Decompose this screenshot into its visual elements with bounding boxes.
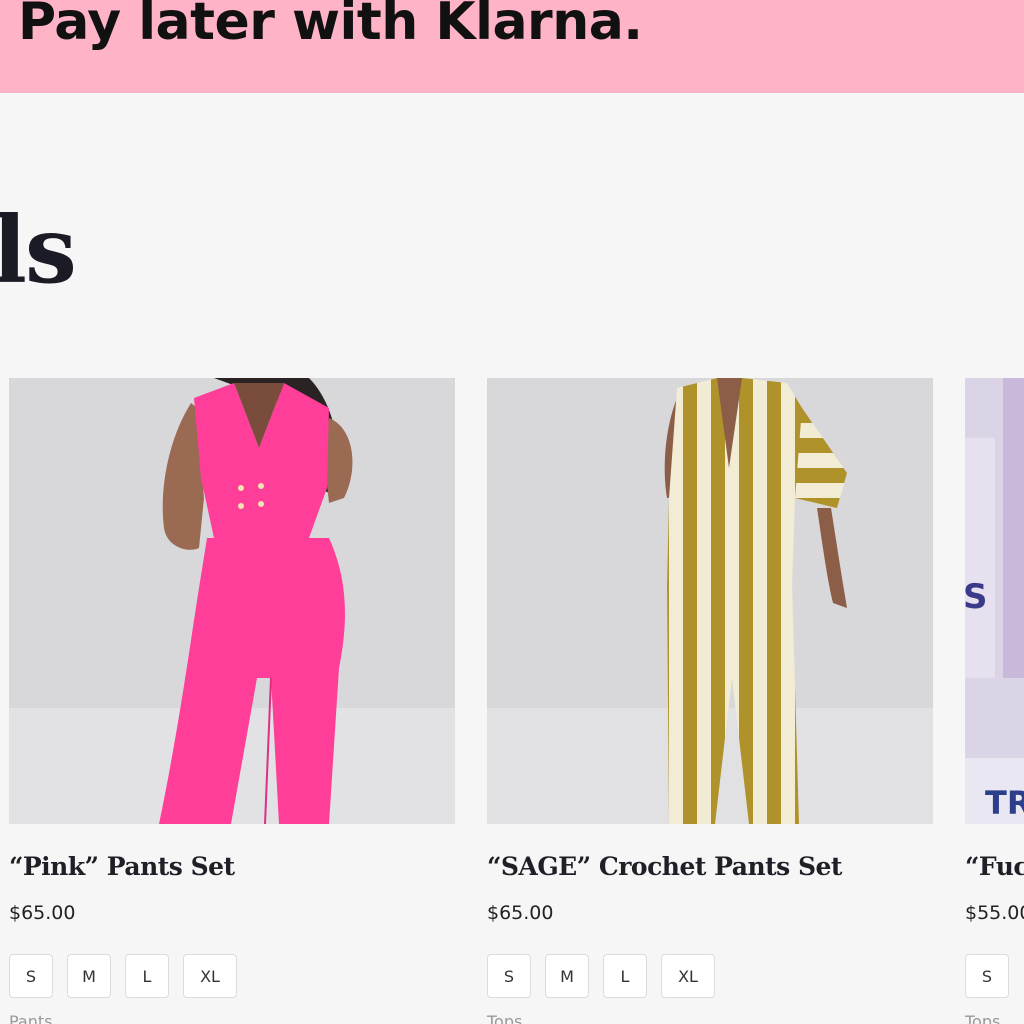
image-text: S xyxy=(965,577,988,617)
product-card-sage-crochet-pants-set[interactable]: “SAGE” Crochet Pants Set $65.00 S M L XL xyxy=(487,378,933,998)
size-option-s[interactable]: S xyxy=(487,954,531,998)
product-price: $55.00 xyxy=(965,902,1024,924)
size-option-s[interactable]: S xyxy=(965,954,1009,998)
product-image[interactable] xyxy=(9,378,455,824)
product-photo-sage-outfit xyxy=(487,378,933,824)
size-option-m[interactable]: M xyxy=(67,954,111,998)
size-options: S xyxy=(965,954,1009,998)
klarna-banner[interactable]: Pay later with Klarna. xyxy=(0,0,1024,93)
size-option-xl[interactable]: XL xyxy=(183,954,237,998)
section-heading: ls xyxy=(0,196,77,304)
product-price: $65.00 xyxy=(9,902,76,924)
product-photo-partial: S TR xyxy=(965,378,1024,824)
product-card-partial[interactable]: S TR “Fuc $55.00 S xyxy=(965,378,1024,998)
size-option-xl[interactable]: XL xyxy=(661,954,715,998)
product-price: $65.00 xyxy=(487,902,554,924)
size-option-l[interactable]: L xyxy=(125,954,169,998)
size-option-m[interactable]: M xyxy=(545,954,589,998)
size-option-l[interactable]: L xyxy=(603,954,647,998)
size-options: S M L XL xyxy=(9,954,237,998)
image-text: TR xyxy=(985,784,1024,822)
product-card-pink-pants-set[interactable]: “Pink” Pants Set $65.00 S M L XL xyxy=(9,378,455,998)
product-image[interactable] xyxy=(487,378,933,824)
klarna-banner-text: Pay later with Klarna. xyxy=(18,0,643,52)
product-category: Tops xyxy=(965,1012,1001,1024)
product-title[interactable]: “Pink” Pants Set xyxy=(9,852,235,881)
product-title[interactable]: “Fuc xyxy=(965,852,1024,881)
product-title[interactable]: “SAGE” Crochet Pants Set xyxy=(487,852,842,881)
product-photo-pink-outfit xyxy=(9,378,455,824)
product-image[interactable]: S TR xyxy=(965,378,1024,824)
size-options: S M L XL xyxy=(487,954,715,998)
product-category: Pants xyxy=(9,1012,53,1024)
size-option-s[interactable]: S xyxy=(9,954,53,998)
product-category: Tops xyxy=(487,1012,523,1024)
